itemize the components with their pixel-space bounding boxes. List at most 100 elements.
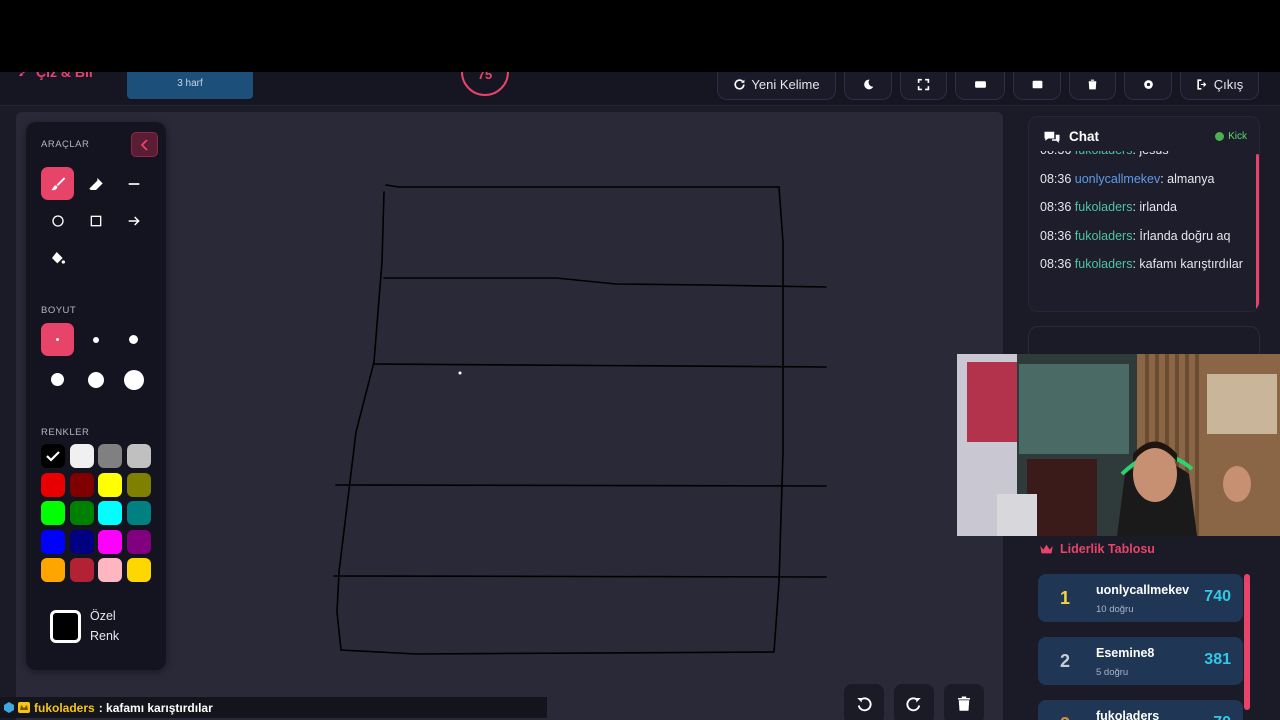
size-option-4[interactable]: [41, 363, 74, 396]
exit-button[interactable]: Çıkış: [1180, 72, 1259, 100]
chat-text: : irlanda: [1132, 200, 1177, 214]
custom-color-label-line1: Özel: [90, 609, 116, 623]
leaderboard-score: 740: [1204, 588, 1231, 605]
custom-color-label-line2: Renk: [90, 629, 120, 643]
fill-tool-button[interactable]: [41, 241, 74, 274]
size-option-1[interactable]: [41, 323, 74, 356]
color-swatch[interactable]: [126, 501, 151, 525]
leaderboard-row[interactable]: 2 Esemine8 5 doğru 381: [1038, 637, 1243, 685]
color-swatch[interactable]: [41, 558, 65, 582]
leaderboard-row[interactable]: 3 fukoladers 70: [1038, 700, 1243, 720]
arrow-right-icon: [128, 215, 140, 226]
circle-tool-button[interactable]: [41, 204, 74, 237]
chat-username[interactable]: fukoladers: [1075, 200, 1133, 214]
chat-scrollbar[interactable]: [1256, 154, 1259, 311]
color-swatch[interactable]: [69, 501, 94, 525]
color-swatch[interactable]: [69, 529, 94, 554]
leaderboard-scrollbar[interactable]: [1244, 574, 1250, 710]
app-logo[interactable]: Çiz & Bil: [18, 72, 93, 80]
color-swatch[interactable]: [98, 529, 122, 554]
size-dot: [51, 373, 64, 386]
chat-message: 08:36 fukoladers: İrlanda doğru aq: [1040, 226, 1252, 246]
tool-panel: ARAÇLAR BOYUT RENKLER Özel Renk: [26, 122, 166, 670]
undo-button[interactable]: [844, 684, 884, 720]
redo-icon: [906, 697, 921, 712]
custom-color-label: Özel Renk: [90, 606, 119, 646]
color-swatch[interactable]: [69, 472, 94, 497]
eraser-icon: [88, 177, 103, 190]
size-dot: [56, 338, 59, 341]
rectangle-tool-button[interactable]: [79, 204, 112, 237]
gear-icon: [1143, 79, 1153, 89]
drawn-stroke: [333, 575, 827, 578]
circle-icon: [51, 214, 64, 227]
color-swatch[interactable]: [41, 472, 65, 497]
eraser-tool-button[interactable]: [79, 167, 112, 200]
leaderboard-title: Liderlik Tablosu: [1039, 542, 1155, 556]
chat-username[interactable]: fukoladers: [1075, 257, 1133, 271]
color-swatch[interactable]: [98, 472, 122, 497]
color-swatch[interactable]: [126, 529, 151, 554]
kick-status-label: Kick: [1228, 131, 1247, 142]
chat-header: Chat Kick: [1029, 117, 1259, 151]
size-option-5[interactable]: [79, 363, 112, 396]
size-dot: [87, 371, 104, 388]
color-swatch[interactable]: [126, 472, 151, 497]
new-word-label: Yeni Kelime: [751, 76, 820, 92]
leaderboard-rank: 2: [1060, 651, 1071, 671]
brush-tool-button[interactable]: [41, 167, 74, 200]
color-swatch[interactable]: [41, 529, 65, 554]
color-swatch[interactable]: [41, 444, 65, 468]
collapse-panel-button[interactable]: [131, 132, 158, 157]
new-word-button[interactable]: Yeni Kelime: [717, 72, 836, 100]
paint-bucket-icon: [51, 251, 65, 264]
leaderboard-rank: 1: [1060, 588, 1071, 608]
message-button[interactable]: [1013, 72, 1061, 100]
chat-message-list: 08:36 fukoladers: jesus 08:36 uonlycallm…: [1040, 143, 1252, 283]
chat-message: 08:36 uonlycallmekev: almanya: [1040, 169, 1252, 189]
chat-time: 08:36: [1040, 171, 1072, 186]
leaderboard-correct-count: 5 doğru: [1096, 667, 1129, 678]
chat-time: 08:36: [1040, 257, 1072, 271]
color-swatch[interactable]: [98, 444, 122, 468]
chat-text: : almanya: [1160, 171, 1215, 186]
exit-label: Çıkış: [1213, 76, 1244, 92]
color-swatch[interactable]: [69, 558, 94, 582]
chat-username[interactable]: uonlycallmekev: [1075, 172, 1160, 186]
trash-icon: [958, 696, 970, 711]
undo-icon: [857, 697, 872, 712]
top-black-bar: [0, 0, 1280, 72]
size-option-6[interactable]: [117, 363, 150, 396]
size-dot: [92, 336, 99, 343]
chat-message: 08:36 fukoladers: irlanda: [1040, 197, 1252, 217]
settings-button[interactable]: [1124, 72, 1172, 100]
moon-icon: [863, 79, 873, 89]
size-option-2[interactable]: [79, 323, 112, 356]
color-swatch[interactable]: [126, 558, 151, 582]
keyboard-button[interactable]: [955, 72, 1005, 100]
word-hint-box: 3 harf: [127, 72, 253, 99]
line-tool-button[interactable]: [117, 167, 150, 200]
redo-button[interactable]: [894, 684, 934, 720]
clear-canvas-button[interactable]: [944, 684, 984, 720]
fullscreen-button[interactable]: [900, 72, 947, 100]
arrow-tool-button[interactable]: [117, 204, 150, 237]
delete-room-button[interactable]: [1069, 72, 1116, 100]
colors-title: RENKLER: [41, 427, 90, 438]
size-option-3[interactable]: [117, 323, 150, 356]
leaderboard-correct-count: 10 doğru: [1096, 604, 1134, 615]
chat-panel: 08:36 fukoladers: jesus 08:36 uonlycallm…: [1028, 116, 1260, 312]
tools-title: ARAÇLAR: [41, 139, 90, 150]
color-swatch[interactable]: [98, 501, 122, 525]
round-timer: 75: [461, 72, 509, 96]
theme-toggle-button[interactable]: [844, 72, 892, 100]
color-swatch[interactable]: [98, 558, 122, 582]
stream-chat-ticker: fukoladers: kafamı karıştırdılar: [0, 697, 547, 718]
color-swatch[interactable]: [69, 444, 94, 468]
color-swatch[interactable]: [41, 501, 65, 525]
custom-color-picker[interactable]: [50, 610, 81, 643]
size-title: BOYUT: [41, 305, 77, 316]
leaderboard-row[interactable]: 1 uonlycallmekev 10 doğru 740: [1038, 574, 1243, 622]
chat-username[interactable]: fukoladers: [1075, 229, 1133, 243]
color-swatch[interactable]: [126, 444, 151, 468]
